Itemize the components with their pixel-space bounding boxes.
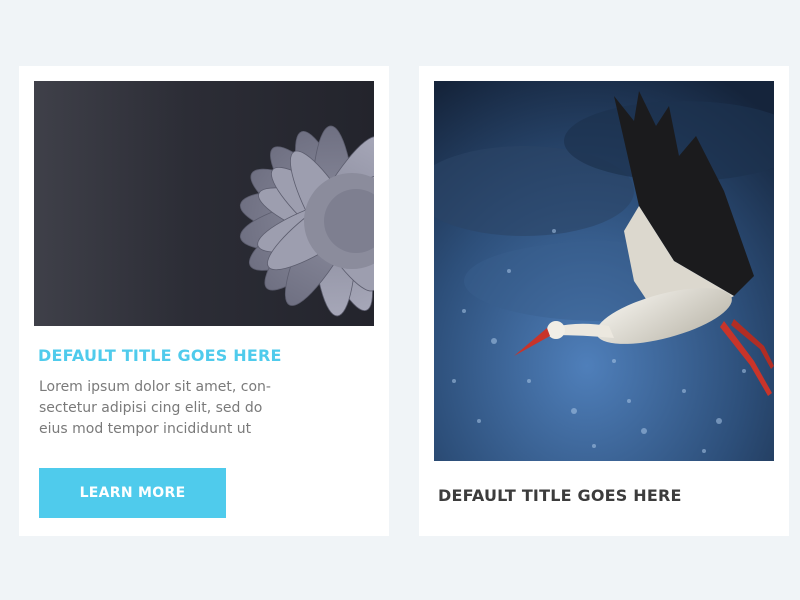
feature-card-left: DEFAULT TITLE GOES HERE Lorem ipsum dolo… — [19, 66, 389, 536]
learn-more-button[interactable]: LEARN MORE — [39, 468, 226, 518]
card-title: DEFAULT TITLE GOES HERE — [438, 486, 682, 505]
card-description: Lorem ipsum dolor sit amet, con-sectetur… — [39, 379, 271, 437]
flower-photo — [34, 81, 374, 326]
card-title: DEFAULT TITLE GOES HERE — [38, 346, 282, 365]
feature-card-right: DEFAULT TITLE GOES HERE — [419, 66, 789, 536]
stork-photo — [434, 81, 774, 461]
